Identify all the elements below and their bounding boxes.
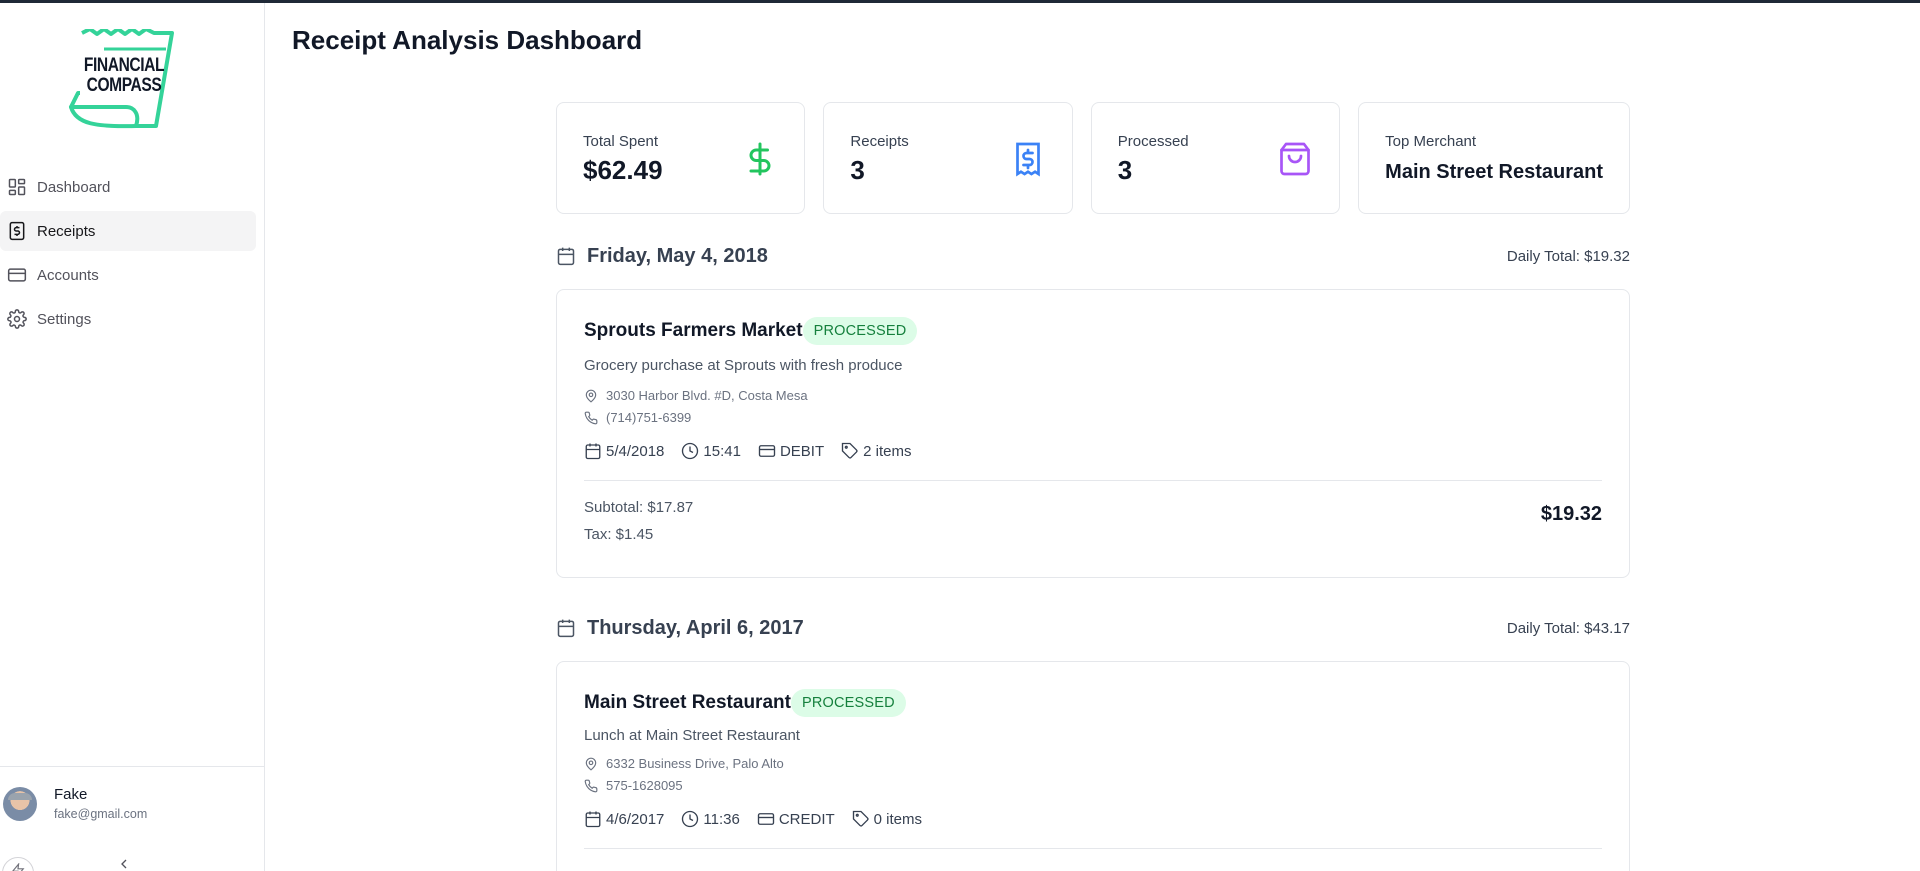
receipt-card[interactable]: Main Street Restaurant PROCESSED Lunch a… — [556, 661, 1630, 871]
receipt-merchant: Main Street Restaurant — [584, 692, 791, 713]
subtotal: Subtotal: $17.87 — [584, 499, 694, 516]
sidebar-item-label: Receipts — [37, 222, 96, 240]
receipt-address: 6332 Business Drive, Palo Alto — [584, 756, 1602, 771]
sidebar-item-label: Dashboard — [37, 178, 111, 196]
day-date: Thursday, April 6, 2017 — [587, 616, 804, 639]
date-text: 4/6/2017 — [606, 810, 665, 828]
receipt-card[interactable]: Sprouts Farmers Market PROCESSED Grocery… — [556, 289, 1630, 578]
user-profile[interactable]: Fake fake@gmail.com — [3, 785, 147, 822]
receipt-dollar-icon — [7, 221, 27, 241]
collapse-sidebar-button[interactable] — [116, 856, 132, 871]
receipt-address: 3030 Harbor Blvd. #D, Costa Mesa — [584, 388, 1602, 403]
sidebar-divider — [0, 766, 265, 767]
phone-text: (714)751-6399 — [606, 410, 692, 425]
time-text: 11:36 — [703, 810, 740, 828]
receipt-phone: 575-1628095 — [584, 778, 1602, 793]
items-text: 2 items — [863, 442, 912, 460]
date-text: 5/4/2018 — [606, 442, 665, 460]
sidebar-item-dashboard[interactable]: Dashboard — [0, 167, 256, 207]
financial-compass-logo[interactable]: FINANCIAL COMPASS — [66, 27, 182, 129]
phone-text: 575-1628095 — [606, 778, 683, 793]
receipt-payment: DEBIT — [758, 442, 824, 460]
sidebar-nav: Dashboard Receipts Accounts Settings — [0, 167, 256, 343]
tax: Tax: $1.45 — [584, 526, 654, 543]
receipt-description: Grocery purchase at Sprouts with fresh p… — [584, 357, 903, 374]
address-text: 6332 Business Drive, Palo Alto — [606, 756, 784, 771]
stat-value: Main Street Restaurant — [1385, 161, 1604, 183]
sidebar-item-receipts[interactable]: Receipts — [0, 211, 256, 251]
map-pin-icon — [585, 757, 597, 771]
bolt-icon — [12, 863, 25, 871]
quick-action-button[interactable] — [2, 857, 34, 871]
dollar-icon — [749, 142, 771, 176]
receipt-date: 5/4/2018 — [584, 442, 664, 460]
shopping-bag-icon — [1280, 142, 1311, 176]
sidebar-item-label: Settings — [37, 310, 92, 328]
stat-label: Top Merchant — [1385, 133, 1477, 150]
items-text: 0 items — [873, 810, 923, 828]
stat-card-processed: Processed 3 — [1090, 102, 1341, 214]
gear-icon — [7, 309, 27, 329]
page-title: Receipt Analysis Dashboard — [292, 25, 643, 55]
address-text: 3030 Harbor Blvd. #D, Costa Mesa — [606, 388, 808, 403]
status-badge: PROCESSED — [802, 317, 918, 345]
user-name: Fake — [54, 786, 88, 803]
map-pin-icon — [585, 389, 597, 403]
receipt-time: 15:41 — [681, 442, 741, 460]
sidebar: FINANCIAL COMPASS Dashboard Receipts Acc… — [0, 3, 265, 871]
clock-icon — [682, 442, 699, 460]
calendar-icon — [585, 443, 601, 460]
receipt-meta: 4/6/2017 11:36 CREDIT 0 items — [584, 810, 1602, 828]
credit-card-icon — [7, 265, 27, 285]
sidebar-item-label: Accounts — [37, 266, 99, 284]
receipt-description: Lunch at Main Street Restaurant — [584, 727, 800, 744]
tag-icon — [841, 442, 858, 459]
receipt-phone: (714)751-6399 — [584, 410, 1602, 425]
user-email: fake@gmail.com — [54, 807, 148, 821]
payment-text: DEBIT — [779, 442, 825, 460]
calendar-icon — [557, 247, 575, 266]
receipt-merchant: Sprouts Farmers Market — [584, 320, 803, 341]
logo-line-2: COMPASS — [86, 75, 162, 96]
phone-icon — [584, 411, 598, 424]
credit-card-icon — [757, 813, 775, 825]
day-date: Friday, May 4, 2018 — [587, 244, 768, 267]
dashboard-grid-icon — [7, 177, 27, 197]
receipt-divider — [584, 848, 1602, 849]
clock-icon — [682, 810, 699, 828]
time-text: 15:41 — [703, 442, 741, 460]
top-border — [0, 0, 1920, 3]
status-badge: PROCESSED — [790, 689, 906, 717]
daily-total: Daily Total: $43.17 — [1506, 619, 1630, 637]
chevron-left-icon — [121, 859, 127, 869]
receipt-total: $19.32 — [1540, 503, 1602, 525]
stats-row: Total Spent $62.49 Receipts 3 Processed … — [556, 102, 1631, 214]
receipt-summary: Subtotal: $17.87 Tax: $1.45 $19.32 — [584, 481, 1602, 573]
receipt-icon — [1015, 142, 1040, 177]
day-header: Thursday, April 6, 2017 Daily Total: $43… — [556, 614, 1630, 642]
receipt-payment: CREDIT — [757, 810, 835, 828]
daily-total: Daily Total: $19.32 — [1506, 247, 1630, 265]
calendar-icon — [585, 811, 601, 828]
stat-card-top-merchant: Top Merchant Main Street Restaurant — [1358, 102, 1631, 214]
calendar-icon — [557, 619, 575, 638]
day-header: Friday, May 4, 2018 Daily Total: $19.32 — [556, 242, 1630, 270]
avatar — [3, 786, 37, 821]
receipt-items: 2 items — [841, 442, 911, 460]
receipt-items: 0 items — [852, 810, 922, 828]
receipt-meta: 5/4/2018 15:41 DEBIT 2 items — [584, 442, 1602, 460]
tag-icon — [852, 810, 869, 827]
sidebar-item-settings[interactable]: Settings — [0, 299, 256, 339]
stat-card-total-spent: Total Spent $62.49 — [556, 102, 806, 214]
user-info: Fake fake@gmail.com — [54, 785, 147, 822]
payment-text: CREDIT — [778, 810, 835, 828]
sidebar-item-accounts[interactable]: Accounts — [0, 255, 256, 295]
stat-card-receipts: Receipts 3 — [823, 102, 1073, 214]
credit-card-icon — [758, 445, 776, 457]
receipt-date: 4/6/2017 — [584, 810, 664, 828]
receipt-time: 11:36 — [681, 810, 740, 828]
logo-wordmark: FINANCIAL COMPASS — [76, 56, 171, 96]
logo-line-1: FINANCIAL — [83, 55, 165, 76]
phone-icon — [584, 779, 598, 792]
